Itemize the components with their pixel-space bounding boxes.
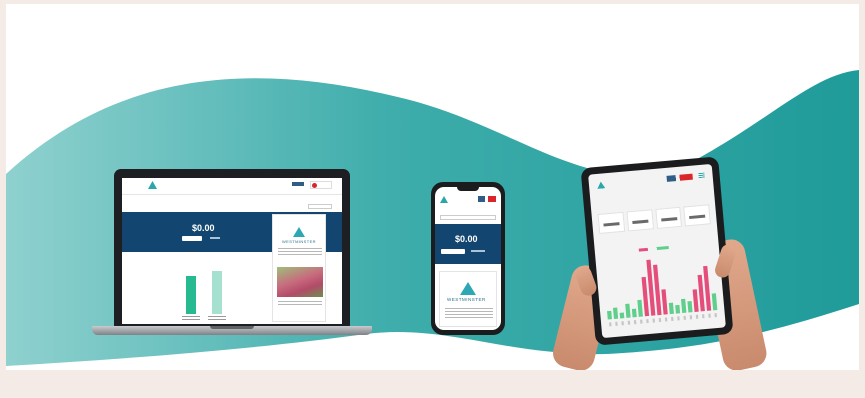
chart-tick-label: [677, 316, 680, 321]
chart-bar: [703, 265, 712, 311]
phone: $0.00 WESTMINSTER: [431, 182, 505, 335]
chart-tick-label: [658, 317, 662, 323]
chart-bar: [697, 274, 705, 312]
garden-photo: [277, 267, 323, 297]
chart-bar: [612, 307, 619, 320]
chart-tick-label: [714, 313, 717, 318]
sponsor-name: WESTMINSTER: [282, 239, 316, 244]
chart-tick-label: [621, 321, 624, 326]
chart-bar: [692, 289, 699, 312]
laptop-balance-amount: $0.00: [192, 223, 215, 233]
partner-logo-red: [310, 181, 332, 189]
phone-sponsor-card: WESTMINSTER: [439, 271, 497, 327]
stat-card: [597, 211, 625, 234]
laptop-bar-caption: [208, 316, 226, 322]
chart-tick-label: [615, 321, 618, 326]
brand-logo-icon: [148, 181, 157, 189]
chart-bar: [668, 302, 674, 315]
tablet-stat-cards: [597, 204, 711, 234]
chart-bar: [631, 308, 637, 318]
phone-screen: $0.00 WESTMINSTER: [435, 187, 501, 330]
chart-tick-label: [689, 315, 693, 320]
laptop-sponsor-card: WESTMINSTER: [272, 214, 326, 322]
laptop-screen: $0.00 WESTMINSTER: [122, 178, 342, 324]
laptop-primary-button[interactable]: [182, 236, 202, 241]
chart-tick-label: [664, 317, 668, 322]
chart-tick-label: [627, 320, 631, 325]
phone-primary-button[interactable]: [441, 249, 465, 254]
chart-bar: [607, 310, 612, 320]
laptop-chart-bar: [186, 276, 196, 314]
photo-caption: [278, 301, 322, 307]
laptop-site-header: [122, 178, 342, 195]
chart-tick-label: [609, 322, 612, 327]
phone-secondary-link[interactable]: [471, 250, 485, 252]
phone-select[interactable]: [440, 215, 496, 220]
chart-legend: [638, 245, 669, 252]
westminster-logo-icon: [293, 227, 305, 237]
chart-bar: [661, 289, 668, 315]
chart-tick-label: [646, 319, 649, 324]
sponsor-description: [278, 248, 322, 256]
chart-bar: [619, 312, 625, 319]
chart-tick-label: [695, 314, 699, 319]
chart-tick-label: [683, 315, 687, 320]
chart-bar: [625, 303, 631, 318]
chart-bar: [637, 299, 643, 317]
brand-logo-icon: [597, 181, 606, 189]
phone-balance-amount: $0.00: [455, 234, 478, 244]
chart-bar: [687, 300, 693, 313]
partner-logos: [478, 196, 496, 202]
chart-tick-label: [633, 320, 637, 325]
laptop: $0.00 WESTMINSTER: [114, 169, 350, 327]
chart-bar: [711, 293, 718, 311]
chart-tick-label: [652, 318, 656, 323]
chart-bar: [641, 276, 650, 317]
tablet-screen: [588, 163, 726, 339]
laptop-select[interactable]: [308, 204, 332, 209]
partner-logos: [666, 173, 693, 182]
sponsor-description: [445, 308, 493, 320]
laptop-notch: [210, 326, 254, 329]
laptop-secondary-link[interactable]: [210, 237, 220, 239]
chart-tick-label: [640, 319, 643, 324]
chart-tick-label: [671, 316, 674, 322]
westminster-logo-icon: [460, 282, 476, 295]
tablet-bar-chart: [607, 259, 718, 327]
laptop-bar-caption: [182, 316, 200, 322]
chart-bar: [675, 304, 681, 314]
brand-logo-icon: [440, 196, 448, 203]
stat-card: [683, 204, 711, 227]
stat-card: [654, 206, 683, 229]
hero-illustration: $0.00 WESTMINSTER $0.00 WESTMINSTER: [6, 4, 859, 370]
chart-tick-label: [708, 313, 711, 318]
sponsor-name: WESTMINSTER: [447, 297, 486, 302]
phone-notch: [457, 187, 479, 191]
partner-logo: [292, 182, 304, 186]
chart-bar: [680, 298, 687, 314]
chart-tick-label: [701, 314, 705, 319]
laptop-chart-bar: [212, 271, 222, 314]
menu-icon[interactable]: [698, 172, 705, 179]
phone-balance-banner: [435, 224, 501, 264]
tablet: [580, 156, 734, 346]
stat-card: [626, 209, 654, 232]
